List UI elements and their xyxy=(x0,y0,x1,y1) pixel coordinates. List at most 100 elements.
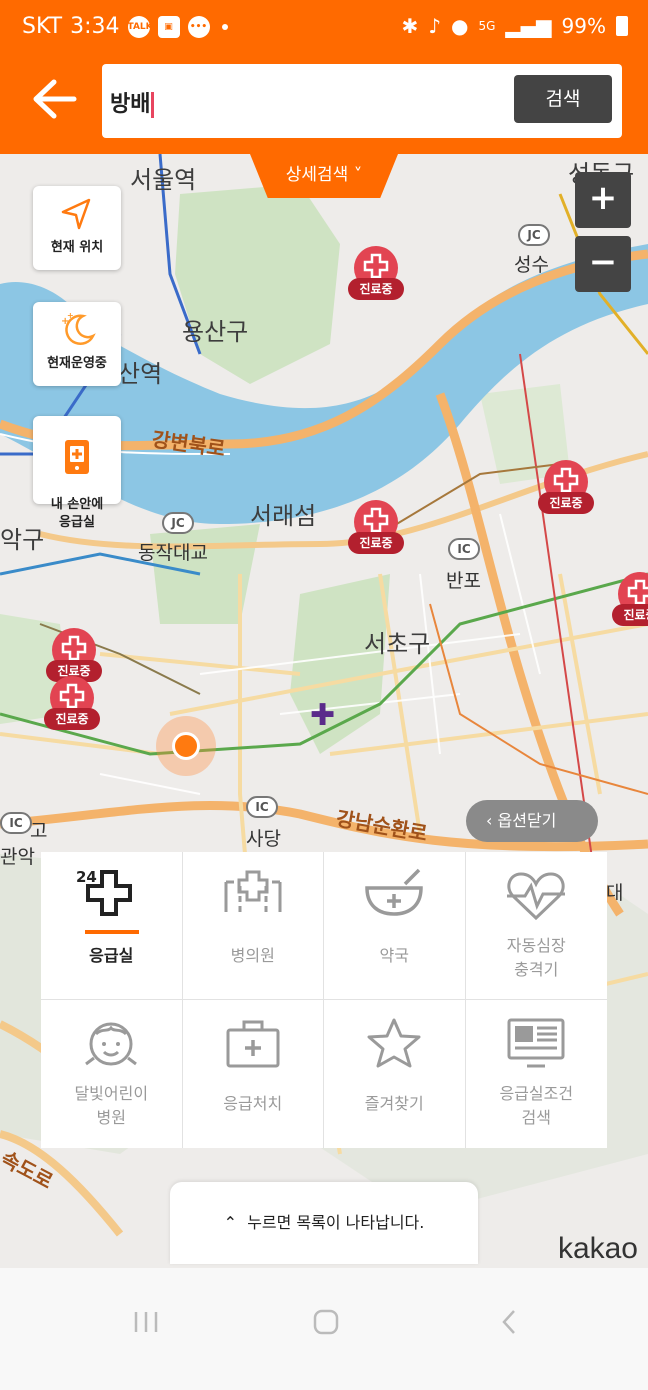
kakao-logo: kakao xyxy=(557,1232,638,1265)
hospital-marker[interactable]: 진료중 xyxy=(44,676,100,734)
map-label-dae: 대 xyxy=(606,882,624,904)
category-label: 달빛어린이 병원 xyxy=(74,1084,149,1127)
carrier-label: SKT xyxy=(22,14,63,39)
landmark-cross-icon: ✚ xyxy=(310,698,336,733)
ic-badge: IC xyxy=(246,796,278,818)
current-location-label: 현재 위치 xyxy=(50,240,104,255)
marker-status: 진료중 xyxy=(348,278,404,300)
category-emergency-room[interactable]: 24 응급실 xyxy=(41,852,183,1000)
emergency-24-icon: 24 xyxy=(76,868,133,916)
hospital-cross-icon xyxy=(59,683,85,709)
more-notifications-icon xyxy=(221,23,228,30)
search-input[interactable]: 방배 검색 xyxy=(102,64,622,138)
search-query: 방배 xyxy=(110,86,155,118)
category-child-hospital[interactable]: 달빛어린이 병원 xyxy=(41,1000,183,1148)
nav-back-icon[interactable] xyxy=(496,1308,524,1336)
detail-search-tab[interactable]: 상세검색 ˅ xyxy=(250,154,398,198)
map-label-yongsan-station: 산역 xyxy=(118,360,163,388)
recent-apps-icon[interactable] xyxy=(132,1308,160,1336)
hospital-marker[interactable]: 진료중 xyxy=(348,500,404,558)
category-panel: 24 응급실 병의원 약국 자동심장 충격기 달빛어린이 병원 응급처치 즐겨찾… xyxy=(41,852,607,1148)
map-label-seongsu: 성수 xyxy=(514,254,549,276)
list-toggle[interactable]: ⌃ 누르면 목록이 나타납니다. xyxy=(170,1182,478,1264)
child-face-icon xyxy=(85,1022,138,1066)
status-bar: SKT 3:34 TALK ▣ ••• ✱ ♪ ● 5G ▂▄▆ 99% xyxy=(0,0,648,58)
option-close-button[interactable]: ‹ 옵션닫기 xyxy=(466,800,598,842)
marker-status: 진료중 xyxy=(538,492,594,514)
battery-icon xyxy=(616,16,628,36)
category-label: 약국 xyxy=(379,946,409,965)
hospital-marker[interactable]: 진료중 xyxy=(538,460,594,518)
category-hospital[interactable]: 병의원 xyxy=(182,852,324,1000)
battery-percent: 99% xyxy=(561,14,606,38)
signal-icon: ▂▄▆ xyxy=(505,14,552,38)
chevron-up-icon: ⌃ xyxy=(223,1213,238,1232)
location-icon: ● xyxy=(451,14,469,38)
category-label: 즐겨찾기 xyxy=(364,1094,424,1113)
system-nav-bar xyxy=(0,1268,648,1390)
pharmacy-bowl-icon xyxy=(365,868,424,916)
mute-icon: ♪ xyxy=(428,14,441,38)
category-pharmacy[interactable]: 약국 xyxy=(324,852,466,1000)
marker-status: 진료중 xyxy=(44,708,100,730)
category-label: 응급실 xyxy=(89,946,134,965)
map-label-go: 고 xyxy=(30,820,48,842)
hospital-marker[interactable]: 진료중 xyxy=(348,246,404,304)
jc-badge: JC xyxy=(162,512,194,534)
category-first-aid[interactable]: 응급처치 xyxy=(183,1000,324,1148)
hospital-marker[interactable]: 진료중 xyxy=(612,572,648,630)
hospital-cross-icon xyxy=(363,507,389,533)
monitor-icon xyxy=(507,1018,565,1068)
moon-icon: + + xyxy=(61,312,96,346)
emergency-badge: 24 xyxy=(76,868,97,886)
ic-badge: IC xyxy=(0,812,32,834)
phone-icon xyxy=(65,440,89,474)
bluetooth-icon: ✱ xyxy=(401,14,419,38)
map-label-dongjak-bridge: 동작대교 xyxy=(138,542,208,564)
category-aed[interactable]: 자동심장 충격기 xyxy=(465,852,607,1000)
search-button[interactable]: 검색 xyxy=(514,75,612,123)
pocket-er-label: 내 손안에 응급실 xyxy=(50,497,104,530)
map-label-sadang: 사당 xyxy=(246,828,281,850)
hospital-cross-icon xyxy=(627,579,648,605)
option-close-label: 옵션닫기 xyxy=(497,811,557,830)
my-location-dot xyxy=(172,732,200,760)
chevron-left-icon: ‹ xyxy=(486,811,493,830)
gallery-notification-icon: ▣ xyxy=(157,15,180,38)
current-location-button[interactable]: 현재 위치 xyxy=(33,186,121,270)
back-arrow-icon xyxy=(33,79,77,119)
zoom-out-button[interactable]: − xyxy=(575,236,631,292)
list-hint-label: 누르면 목록이 나타납니다. xyxy=(247,1213,425,1232)
back-button[interactable] xyxy=(28,74,84,124)
active-underline xyxy=(85,930,139,934)
star-icon xyxy=(367,1018,421,1068)
open-now-button[interactable]: + + 현재운영중 xyxy=(33,302,121,386)
pocket-er-button[interactable]: 내 손안에 응급실 xyxy=(33,416,121,530)
search-header: 방배 검색 xyxy=(0,58,648,154)
map-label-seocho: 서초구 xyxy=(364,630,431,658)
category-label: 응급실조건 검색 xyxy=(499,1084,574,1127)
home-icon[interactable] xyxy=(312,1308,340,1336)
map-view[interactable]: 서울역 성동구 용산구 산역 성수 강변북로 서래섬 동작대교 반포 서초구 사… xyxy=(0,154,648,1268)
map-label-seoul-station: 서울역 xyxy=(130,166,197,194)
message-notification-icon: ••• xyxy=(187,15,210,38)
map-label-seoraeseom: 서래섬 xyxy=(250,502,317,530)
category-label: 병의원 xyxy=(230,946,275,965)
jc-badge: JC xyxy=(518,224,550,246)
first-aid-kit-icon xyxy=(226,1020,280,1068)
marker-status: 진료중 xyxy=(612,604,648,626)
category-label: 자동심장 충격기 xyxy=(506,936,566,979)
clock: 3:34 xyxy=(70,14,120,39)
hospital-icon xyxy=(224,870,282,916)
open-now-label: 현재운영중 xyxy=(47,356,107,371)
navigation-arrow-icon xyxy=(61,198,91,230)
zoom-in-button[interactable]: + xyxy=(575,172,631,228)
hospital-cross-icon xyxy=(553,467,579,493)
marker-status: 진료중 xyxy=(348,532,404,554)
category-label: 응급처치 xyxy=(223,1094,283,1113)
network-type: 5G xyxy=(478,19,496,33)
category-favorites[interactable]: 즐겨찾기 xyxy=(324,1000,466,1148)
category-er-condition-search[interactable]: 응급실조건 검색 xyxy=(466,1000,608,1148)
map-label-banpo: 반포 xyxy=(446,570,481,592)
kakaotalk-notification-icon: TALK xyxy=(127,15,153,38)
